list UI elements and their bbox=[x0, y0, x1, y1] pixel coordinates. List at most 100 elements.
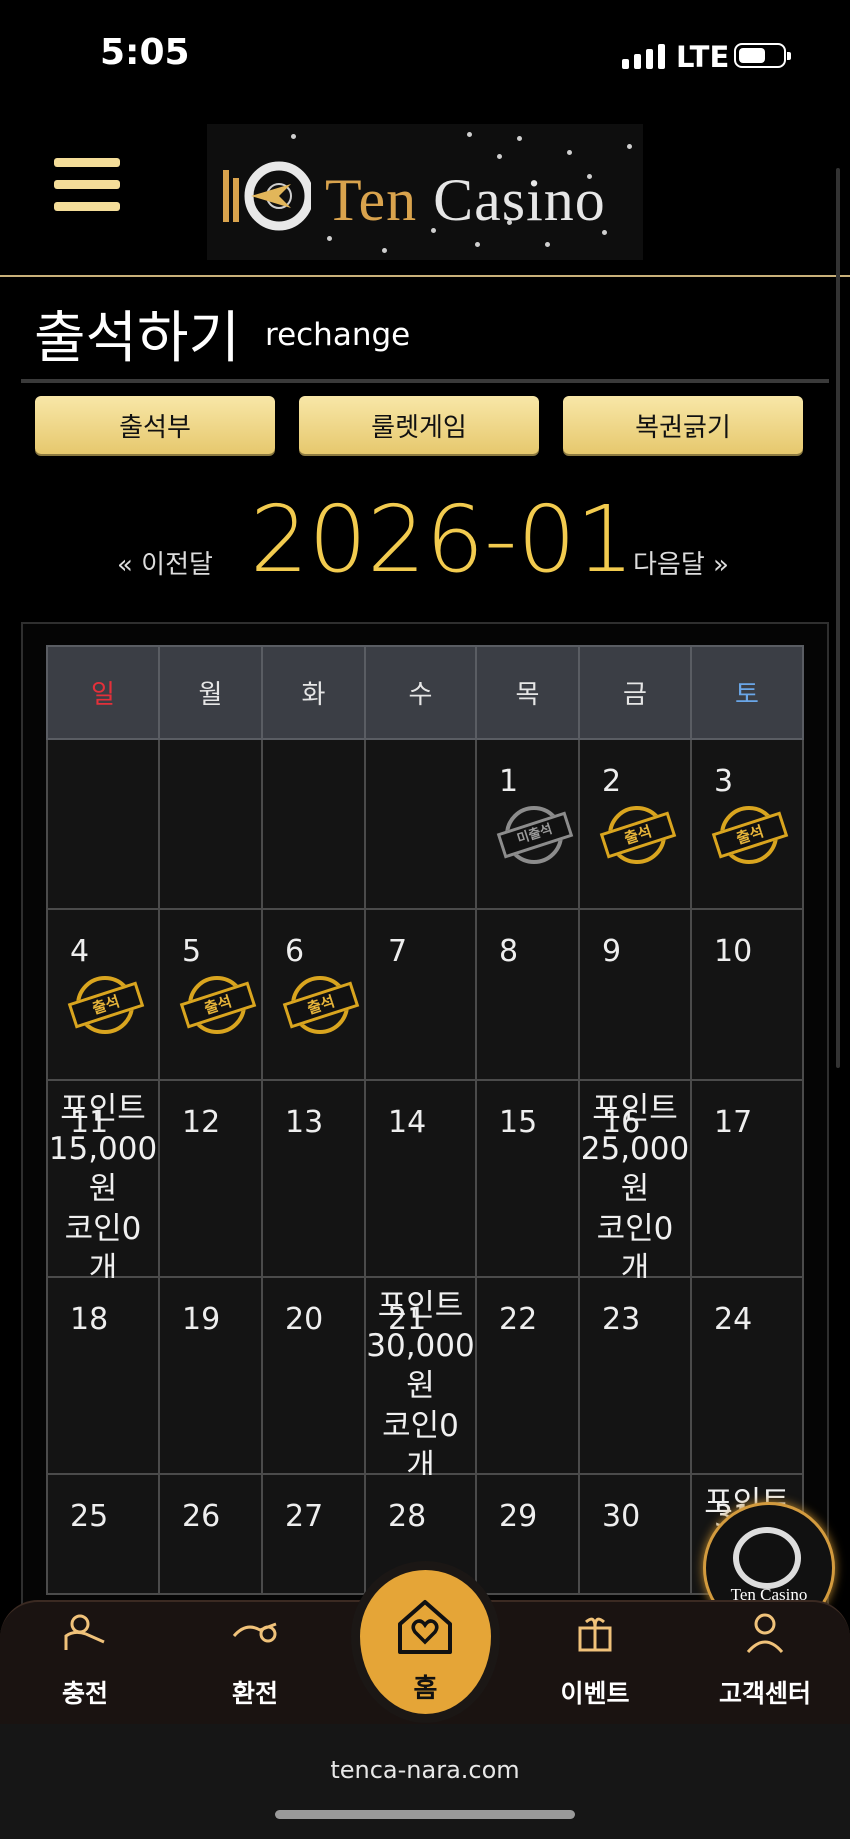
attendance-book-button[interactable]: 출석부 bbox=[35, 396, 275, 454]
nav-event[interactable]: 이벤트 bbox=[520, 1602, 670, 1726]
page-subtitle: rechange bbox=[265, 317, 411, 353]
reward-line: 코인0 bbox=[382, 1408, 459, 1444]
day-number: 13 bbox=[285, 1105, 324, 1140]
calendar-day-cell[interactable]: 19 bbox=[158, 1276, 263, 1475]
calendar-day-cell[interactable]: 18 bbox=[46, 1276, 160, 1475]
exchange-icon bbox=[232, 1622, 277, 1643]
calendar-day-cell[interactable]: 27 bbox=[261, 1473, 366, 1595]
support-icon bbox=[746, 1613, 784, 1654]
day-number: 30 bbox=[602, 1499, 641, 1534]
reward-line: 원 bbox=[406, 1368, 435, 1404]
attendance-stamp: 출석 bbox=[711, 806, 789, 868]
calendar-day-cell[interactable]: 10 bbox=[690, 908, 804, 1081]
calendar-day-cell[interactable]: 22 bbox=[475, 1276, 580, 1475]
reward-line: 포인트 bbox=[377, 1288, 464, 1324]
logo-text: Ten Casino bbox=[325, 167, 606, 233]
attendance-stamp: 출석 bbox=[67, 976, 145, 1038]
calendar-day-cell[interactable]: 11 포인트 15,000 원 코인0 개 bbox=[46, 1079, 160, 1287]
reward-line: 원 bbox=[620, 1171, 650, 1207]
day-number: 20 bbox=[285, 1302, 324, 1337]
calendar-day-cell[interactable]: 7 bbox=[364, 908, 477, 1081]
calendar-day-cell[interactable]: 17 bbox=[690, 1079, 804, 1278]
calendar-week-row: 4 출석 5 출석 6 출석 7 8 9 10 bbox=[46, 908, 804, 1081]
reward-line: 포인트 bbox=[60, 1091, 146, 1127]
weekday-header: 토 bbox=[690, 645, 804, 740]
calendar-day-cell[interactable]: 8 bbox=[475, 908, 580, 1081]
calendar-day-cell[interactable]: 2 출석 bbox=[578, 738, 692, 910]
reward-line: 코인0 bbox=[596, 1211, 674, 1247]
attendance-stamp: 출석 bbox=[179, 976, 257, 1038]
gift-icon bbox=[578, 1617, 612, 1652]
calendar-day-cell[interactable]: 21 포인트 30,000 원 코인0 개 bbox=[364, 1276, 477, 1484]
day-number: 22 bbox=[499, 1302, 538, 1337]
nav-exchange[interactable]: 환전 bbox=[180, 1602, 330, 1726]
site-header: Ten Casino bbox=[0, 110, 850, 277]
day-number: 23 bbox=[602, 1302, 641, 1337]
calendar-day-cell[interactable]: 13 bbox=[261, 1079, 366, 1278]
current-month: 2026-01 bbox=[250, 486, 635, 593]
calendar-day-cell[interactable]: 4 출석 bbox=[46, 908, 160, 1081]
calendar-empty-cell bbox=[261, 738, 366, 910]
day-number: 26 bbox=[182, 1499, 221, 1534]
logo-ring-icon bbox=[733, 1527, 801, 1589]
roulette-game-button[interactable]: 룰렛게임 bbox=[299, 396, 539, 454]
day-number: 3 bbox=[714, 764, 734, 799]
calendar-empty-cell bbox=[364, 738, 477, 910]
reward-line: 25,000 bbox=[580, 1131, 690, 1167]
reward-line: 코인0 bbox=[64, 1211, 142, 1247]
reward-note: 포인트 15,000 원 코인0 개 bbox=[48, 1089, 158, 1289]
nav-support[interactable]: 고객센터 bbox=[690, 1602, 840, 1726]
calendar-day-cell[interactable]: 26 bbox=[158, 1473, 263, 1595]
weekday-header: 월 bbox=[158, 645, 263, 740]
nav-charge[interactable]: 충전 bbox=[10, 1602, 160, 1726]
status-bar: 5:05 LTE bbox=[0, 0, 850, 110]
calendar-day-cell[interactable]: 3 출석 bbox=[690, 738, 804, 910]
url-text[interactable]: tenca-nara.com bbox=[0, 1756, 850, 1784]
reward-note: 포인트 25,000 원 코인0 개 bbox=[580, 1089, 690, 1289]
day-number: 7 bbox=[388, 934, 408, 969]
day-number: 14 bbox=[388, 1105, 427, 1140]
day-number: 4 bbox=[70, 934, 90, 969]
month-navigation: « 이전달 2026-01 다음달 » bbox=[0, 486, 850, 596]
home-button[interactable]: 홈 bbox=[360, 1570, 491, 1714]
day-number: 10 bbox=[714, 934, 753, 969]
calendar-day-cell[interactable]: 1 미출석 bbox=[475, 738, 580, 910]
day-number: 29 bbox=[499, 1499, 538, 1534]
page-scrollbar[interactable] bbox=[836, 168, 840, 1068]
day-number: 6 bbox=[285, 934, 305, 969]
day-number: 8 bbox=[499, 934, 519, 969]
day-number: 9 bbox=[602, 934, 622, 969]
attendance-stamp: 출석 bbox=[599, 806, 677, 868]
calendar-day-cell[interactable]: 29 bbox=[475, 1473, 580, 1595]
day-number: 15 bbox=[499, 1105, 538, 1140]
calendar-day-cell[interactable]: 6 출석 bbox=[261, 908, 366, 1081]
calendar-day-cell[interactable]: 25 bbox=[46, 1473, 160, 1595]
calendar-day-cell[interactable]: 30 bbox=[578, 1473, 692, 1595]
calendar-day-cell[interactable]: 12 bbox=[158, 1079, 263, 1278]
logo-mark-icon bbox=[223, 161, 311, 231]
calendar-day-cell[interactable]: 14 bbox=[364, 1079, 477, 1278]
weekday-header: 금 bbox=[578, 645, 692, 740]
lottery-scratch-button[interactable]: 복권긁기 bbox=[563, 396, 803, 454]
weekday-header: 수 bbox=[364, 645, 477, 740]
attendance-stamp: 출석 bbox=[282, 976, 360, 1038]
menu-icon[interactable] bbox=[54, 158, 120, 218]
calendar-day-cell[interactable]: 5 출석 bbox=[158, 908, 263, 1081]
home-indicator[interactable] bbox=[275, 1810, 575, 1819]
calendar-day-cell[interactable]: 20 bbox=[261, 1276, 366, 1475]
calendar-day-cell[interactable]: 23 bbox=[578, 1276, 692, 1475]
browser-bar: tenca-nara.com bbox=[0, 1724, 850, 1839]
next-month-link[interactable]: 다음달 » bbox=[633, 544, 729, 581]
network-label: LTE bbox=[676, 40, 730, 74]
calendar-day-cell[interactable]: 15 bbox=[475, 1079, 580, 1278]
calendar-day-cell[interactable]: 24 bbox=[690, 1276, 804, 1475]
reward-line: 30,000 bbox=[366, 1328, 475, 1364]
calendar-empty-cell bbox=[158, 738, 263, 910]
calendar-day-cell[interactable]: 16 포인트 25,000 원 코인0 개 bbox=[578, 1079, 692, 1287]
day-number: 17 bbox=[714, 1105, 753, 1140]
previous-month-link[interactable]: « 이전달 bbox=[117, 544, 213, 581]
ten-casino-logo[interactable]: Ten Casino bbox=[207, 124, 643, 260]
missed-attendance-stamp: 미출석 bbox=[496, 806, 574, 868]
calendar-week-row: 11 포인트 15,000 원 코인0 개 12 13 14 15 16 포인트 25,000 원 코인0 개… bbox=[46, 1079, 804, 1287]
calendar-day-cell[interactable]: 9 bbox=[578, 908, 692, 1081]
